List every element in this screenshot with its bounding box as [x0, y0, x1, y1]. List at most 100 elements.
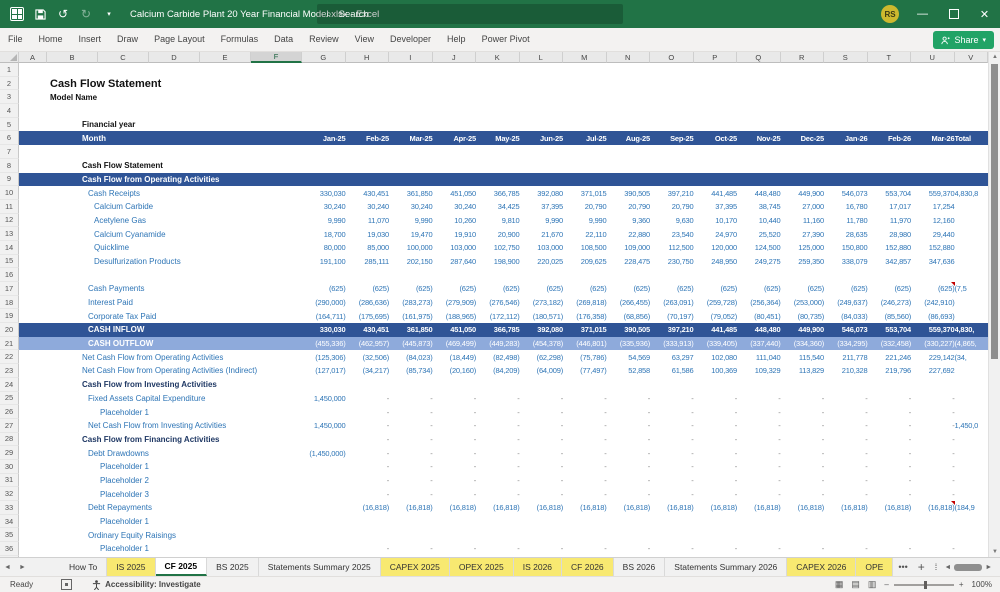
cell[interactable]: 347,636: [911, 255, 955, 269]
cell[interactable]: (16,818): [737, 501, 781, 515]
cell[interactable]: -: [650, 474, 694, 488]
cell[interactable]: (82,498): [476, 350, 520, 364]
cell[interactable]: [650, 515, 694, 529]
row-number[interactable]: 5: [0, 117, 19, 132]
cell[interactable]: [302, 501, 346, 515]
cell[interactable]: Jun-25: [519, 131, 563, 146]
cell[interactable]: 338,079: [824, 255, 868, 269]
cell[interactable]: -: [781, 487, 825, 501]
cell[interactable]: 9,990: [302, 214, 346, 228]
cell[interactable]: [563, 515, 607, 529]
cell[interactable]: -: [694, 419, 738, 433]
menu-tab-insert[interactable]: Insert: [71, 28, 110, 51]
cell[interactable]: [346, 378, 390, 392]
total-cell[interactable]: [955, 63, 989, 77]
cell[interactable]: [302, 487, 346, 501]
row-label-cell[interactable]: Cash Flow from Operating Activities: [19, 172, 302, 187]
col-header-J[interactable]: J: [432, 52, 476, 63]
col-header-G[interactable]: G: [302, 52, 346, 63]
row-number[interactable]: 4: [0, 104, 19, 118]
cell[interactable]: -: [476, 405, 520, 419]
cell[interactable]: [563, 159, 607, 173]
row-label-cell[interactable]: Ordinary Equity Raisings: [19, 528, 302, 542]
cell[interactable]: -: [868, 433, 912, 447]
cell[interactable]: [824, 528, 868, 542]
cell[interactable]: 30,240: [389, 200, 433, 214]
cell[interactable]: 198,900: [476, 255, 520, 269]
cell[interactable]: (625): [476, 282, 520, 296]
cell[interactable]: [302, 159, 346, 173]
cell[interactable]: [433, 118, 477, 132]
cell[interactable]: (469,499): [432, 336, 476, 351]
sheet-tab-how-to[interactable]: How To: [60, 558, 108, 576]
cell[interactable]: 21,670: [520, 227, 563, 241]
total-cell[interactable]: [955, 241, 989, 255]
cell[interactable]: (16,818): [694, 501, 738, 515]
cell[interactable]: 16,780: [824, 200, 868, 214]
cell[interactable]: [868, 90, 912, 104]
redo-icon[interactable]: ↻: [79, 7, 93, 21]
cell[interactable]: 27,390: [781, 227, 824, 241]
cell[interactable]: 11,070: [346, 214, 389, 228]
cell[interactable]: 210,328: [824, 364, 868, 378]
cell[interactable]: -: [520, 487, 564, 501]
cell[interactable]: 9,630: [650, 214, 694, 228]
cell[interactable]: [737, 268, 781, 282]
cell[interactable]: -: [911, 405, 955, 419]
row-label-cell[interactable]: Desulfurization Products: [19, 255, 302, 269]
cell[interactable]: 19,030: [346, 227, 389, 241]
cell[interactable]: -: [607, 460, 651, 474]
cell[interactable]: [824, 90, 868, 104]
cell[interactable]: 371,015: [563, 186, 607, 200]
cell[interactable]: [563, 90, 607, 104]
cell[interactable]: 12,160: [911, 214, 955, 228]
cell[interactable]: Jul-25: [563, 131, 607, 146]
cell[interactable]: [650, 159, 694, 173]
cell[interactable]: [650, 63, 694, 77]
zoom-slider-thumb[interactable]: [923, 580, 927, 589]
cell[interactable]: (462,957): [345, 336, 389, 351]
cell[interactable]: -: [433, 405, 477, 419]
cell[interactable]: 248,950: [694, 255, 737, 269]
cell[interactable]: [476, 172, 520, 187]
total-cell[interactable]: [955, 118, 989, 132]
cell[interactable]: -: [520, 405, 564, 419]
cell[interactable]: -: [607, 392, 651, 406]
cell[interactable]: -: [520, 460, 564, 474]
sheet-nav-left-icon[interactable]: ◄: [0, 558, 15, 576]
cell[interactable]: 441,485: [694, 186, 737, 200]
cell[interactable]: -: [346, 446, 390, 460]
cell[interactable]: -: [781, 460, 825, 474]
restore-button[interactable]: [938, 0, 969, 28]
cell[interactable]: [824, 145, 868, 159]
cell[interactable]: -: [389, 392, 433, 406]
cell[interactable]: [476, 268, 520, 282]
total-cell[interactable]: [955, 515, 989, 529]
cell[interactable]: -: [824, 392, 868, 406]
cell[interactable]: [650, 378, 694, 392]
cell[interactable]: Jan-25: [302, 131, 346, 146]
col-header-F[interactable]: F: [251, 52, 302, 63]
row-label-cell[interactable]: Cash Flow Statement: [19, 77, 302, 91]
cell[interactable]: (334,360): [780, 336, 824, 351]
cell[interactable]: 20,790: [563, 200, 607, 214]
col-header-Q[interactable]: Q: [737, 52, 781, 63]
cell[interactable]: [433, 515, 477, 529]
cell[interactable]: Mar-25: [389, 131, 433, 146]
total-cell[interactable]: [955, 90, 989, 104]
row-label-cell[interactable]: Net Cash Flow from Operating Activities: [19, 350, 302, 364]
total-cell[interactable]: [955, 474, 989, 488]
cell[interactable]: (16,818): [824, 501, 868, 515]
cell[interactable]: -: [650, 460, 694, 474]
cell[interactable]: -: [346, 433, 390, 447]
cell[interactable]: 20,790: [650, 200, 694, 214]
cell[interactable]: (84,209): [476, 364, 520, 378]
cell[interactable]: [694, 63, 738, 77]
row-number[interactable]: 23: [0, 364, 19, 378]
cell[interactable]: 371,015: [563, 323, 607, 337]
cell[interactable]: -: [911, 460, 955, 474]
col-header-B[interactable]: B: [47, 52, 98, 63]
cell[interactable]: [563, 63, 607, 77]
cell[interactable]: 249,275: [737, 255, 781, 269]
cell[interactable]: (283,273): [389, 296, 433, 310]
